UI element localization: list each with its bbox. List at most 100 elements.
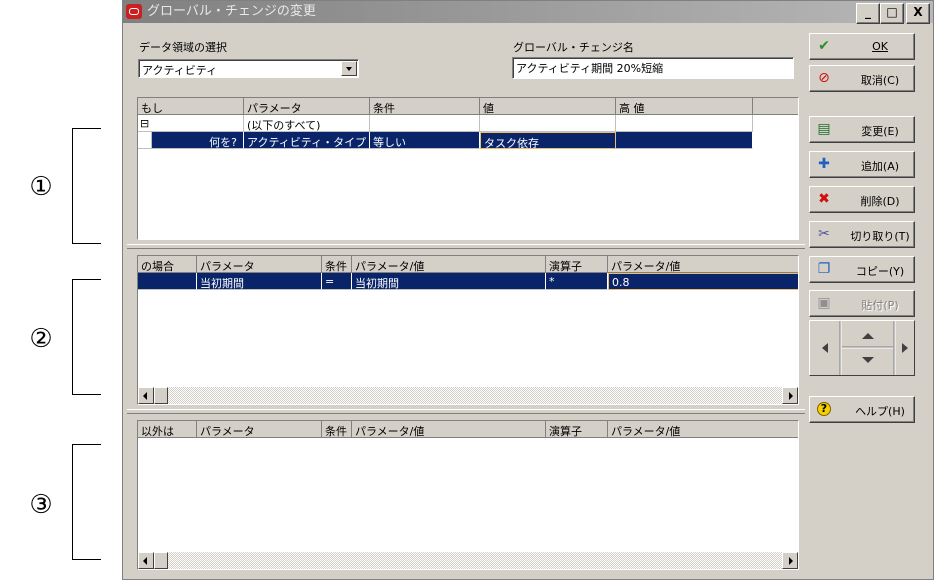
paste-icon: ▣ — [817, 295, 831, 311]
then-actions-grid[interactable]: の場合 パラメータ 条件 パラメータ/値 演算子 パラメータ/値 当初期間 = … — [137, 255, 799, 405]
copy-label: コピー(Y) — [855, 265, 905, 278]
nav-left-icon — [822, 343, 828, 353]
if-row-2-high[interactable] — [616, 132, 753, 149]
then-header-condition[interactable]: 条件 — [322, 256, 352, 273]
if-header-filler — [753, 98, 798, 115]
else-header-col1[interactable]: 以外は — [138, 421, 197, 438]
if-header-parameter[interactable]: パラメータ — [244, 98, 370, 115]
help-label: ヘルプ(H) — [855, 405, 905, 418]
else-header-operator[interactable]: 演算子 — [546, 421, 608, 438]
data-area-select[interactable]: アクティビティ — [138, 59, 359, 78]
else-header-parameter[interactable]: パラメータ — [197, 421, 322, 438]
window-title: グローバル・チェンジの変更 — [147, 4, 316, 19]
else-header-param-value-2[interactable]: パラメータ/値 — [608, 421, 798, 438]
if-row-2-what[interactable]: 何を? — [152, 132, 244, 149]
add-label: 追加(A) — [860, 160, 900, 173]
cancel-button[interactable]: ⊘ 取消(C) — [809, 65, 915, 92]
app-logo-icon — [126, 4, 142, 19]
if-header-high[interactable]: 高 値 — [616, 98, 753, 115]
then-header-param-value-2[interactable]: パラメータ/値 — [608, 256, 798, 273]
callout-bracket-2 — [72, 279, 101, 395]
else-horizontal-scrollbar[interactable] — [138, 552, 798, 569]
help-button[interactable]: ? ヘルプ(H) — [809, 396, 915, 423]
then-header-operator[interactable]: 演算子 — [546, 256, 608, 273]
help-icon: ? — [817, 402, 831, 416]
then-row-1-operator[interactable]: * — [546, 273, 608, 290]
else-header-param-value[interactable]: パラメータ/値 — [352, 421, 546, 438]
then-header-param-value[interactable]: パラメータ/値 — [352, 256, 546, 273]
data-area-label: データ領域の選択 — [139, 41, 227, 54]
ok-button[interactable]: ✔ OK — [809, 33, 915, 60]
scissors-icon: ✂ — [818, 226, 830, 242]
callout-bracket-1 — [72, 128, 101, 244]
paste-button[interactable]: ▣ 貼付(P) — [809, 290, 915, 317]
maximize-button[interactable]: □ — [880, 3, 904, 24]
chevron-down-icon[interactable] — [341, 61, 357, 76]
nav-down-icon — [862, 357, 874, 363]
then-row-1-param-value-2[interactable]: 0.8 — [608, 273, 798, 290]
nav-arrows-icon — [822, 321, 908, 375]
ok-label: OK — [872, 40, 888, 53]
title-bar[interactable]: グローバル・チェンジの変更 _ □ X — [123, 1, 933, 24]
if-header-condition[interactable]: 条件 — [370, 98, 480, 115]
collapse-icon[interactable]: ⊟ — [138, 115, 244, 132]
if-header-value[interactable]: 値 — [480, 98, 616, 115]
if-row-1-value[interactable] — [480, 115, 616, 132]
change-label: 変更(E) — [861, 125, 899, 138]
else-header-condition[interactable]: 条件 — [322, 421, 352, 438]
if-row-1-high[interactable] — [616, 115, 753, 132]
edit-row-icon: ▤ — [817, 121, 831, 137]
then-horizontal-scrollbar[interactable] — [138, 387, 798, 404]
callout-bracket-3 — [72, 444, 101, 560]
if-row-2-condition[interactable]: 等しい — [370, 132, 480, 149]
splitter-2[interactable] — [127, 409, 805, 414]
add-button[interactable]: ✚ 追加(A) — [809, 151, 915, 178]
if-header-col1[interactable]: もし — [138, 98, 244, 115]
minimize-button[interactable]: _ — [856, 3, 880, 24]
callout-3: ③ — [29, 490, 53, 520]
else-actions-grid[interactable]: 以外は パラメータ 条件 パラメータ/値 演算子 パラメータ/値 — [137, 420, 799, 570]
then-row-1-param-value[interactable]: 当初期間 — [352, 273, 546, 290]
scroll-left-arrow-icon[interactable] — [138, 387, 154, 404]
red-x-icon: ✖ — [818, 191, 830, 207]
scroll-thumb[interactable] — [154, 387, 168, 404]
global-change-dialog: グローバル・チェンジの変更 _ □ X データ領域の選択 アクティビティ グロー… — [122, 0, 934, 580]
cut-button[interactable]: ✂ 切り取り(T) — [809, 221, 915, 248]
change-button[interactable]: ▤ 変更(E) — [809, 116, 915, 143]
scroll-thumb[interactable] — [154, 552, 168, 569]
move-nav-control[interactable] — [809, 320, 915, 376]
if-conditions-grid[interactable]: もし パラメータ 条件 値 高 値 ⊟ (以下のすべて) 何を? アクティビティ… — [137, 97, 799, 240]
cancel-label: 取消(C) — [860, 74, 900, 87]
nav-right-icon — [902, 343, 908, 353]
scroll-right-arrow-icon[interactable] — [782, 387, 798, 404]
plus-icon: ✚ — [818, 156, 830, 172]
cut-label: 切り取り(T) — [850, 230, 910, 243]
if-row-1-condition[interactable] — [370, 115, 480, 132]
if-row-2-indent — [138, 132, 152, 149]
nav-up-icon — [862, 333, 874, 339]
scroll-left-arrow-icon[interactable] — [138, 552, 154, 569]
data-area-value: アクティビティ — [142, 64, 218, 77]
check-icon: ✔ — [818, 38, 830, 54]
then-row-1-parameter[interactable]: 当初期間 — [197, 273, 322, 290]
callout-1: ① — [29, 172, 53, 202]
then-header-col1[interactable]: の場合 — [138, 256, 197, 273]
delete-button[interactable]: ✖ 削除(D) — [809, 186, 915, 213]
global-change-name-label: グローバル・チェンジ名 — [513, 41, 634, 54]
scroll-right-arrow-icon[interactable] — [782, 552, 798, 569]
no-entry-icon: ⊘ — [818, 70, 830, 86]
then-row-1-condition[interactable]: = — [322, 273, 352, 290]
splitter-1[interactable] — [127, 244, 805, 249]
paste-label: 貼付(P) — [861, 299, 899, 312]
if-row-2-parameter[interactable]: アクティビティ・タイプ — [244, 132, 370, 149]
if-row-1-parameter[interactable]: (以下のすべて) — [244, 115, 370, 132]
close-button[interactable]: X — [906, 3, 930, 24]
then-row-1-col1[interactable] — [138, 273, 197, 290]
global-change-name-input[interactable]: アクティビティ期間 20%短縮 — [512, 57, 794, 79]
copy-button[interactable]: ❐ コピー(Y) — [809, 256, 915, 283]
then-header-parameter[interactable]: パラメータ — [197, 256, 322, 273]
if-row-2-value[interactable]: タスク依存 — [480, 132, 616, 149]
delete-label: 削除(D) — [860, 195, 900, 208]
callout-2: ② — [29, 324, 53, 354]
copy-icon: ❐ — [817, 261, 831, 277]
